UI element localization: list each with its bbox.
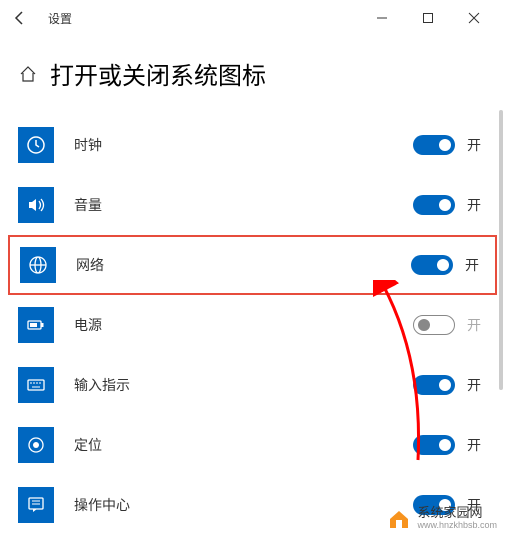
input-icon (18, 367, 54, 403)
app-title: 设置 (48, 10, 72, 27)
toggle-state-label: 开 (467, 435, 487, 455)
location-icon (18, 427, 54, 463)
setting-row-clock: 时钟 开 (18, 115, 487, 175)
setting-label: 输入指示 (74, 375, 413, 395)
page-title: 打开或关闭系统图标 (50, 56, 266, 91)
setting-row-location: 定位 开 (18, 415, 487, 475)
close-button[interactable] (451, 2, 497, 34)
toggle-input[interactable] (413, 375, 455, 395)
power-icon (18, 307, 54, 343)
setting-label: 网络 (76, 255, 411, 275)
setting-label: 时钟 (74, 135, 413, 155)
toggle-network[interactable] (411, 255, 453, 275)
toggle-location[interactable] (413, 435, 455, 455)
clock-icon (18, 127, 54, 163)
setting-row-volume: 音量 开 (18, 175, 487, 235)
setting-row-input: 输入指示 开 (18, 355, 487, 415)
setting-label: 操作中心 (74, 495, 413, 515)
watermark-name: 系统家园网 (417, 506, 497, 520)
setting-label: 定位 (74, 435, 413, 455)
setting-row-power: 电源 开 (18, 295, 487, 355)
toggle-state-label: 开 (467, 135, 487, 155)
maximize-button[interactable] (405, 2, 451, 34)
volume-icon (18, 187, 54, 223)
back-button[interactable] (8, 6, 32, 30)
toggle-clock[interactable] (413, 135, 455, 155)
scrollbar[interactable] (499, 110, 503, 390)
setting-row-network: 网络 开 (8, 235, 497, 295)
watermark-url: www.hnzkhbsb.com (417, 520, 497, 530)
toggle-power (413, 315, 455, 335)
network-icon (20, 247, 56, 283)
toggle-state-label: 开 (467, 315, 487, 335)
toggle-state-label: 开 (465, 255, 485, 275)
watermark: 系统家园网 www.hnzkhbsb.com (387, 506, 497, 530)
action_center-icon (18, 487, 54, 523)
watermark-logo-icon (387, 506, 411, 530)
home-icon[interactable] (18, 64, 38, 84)
setting-label: 电源 (74, 315, 413, 335)
toggle-state-label: 开 (467, 375, 487, 395)
setting-label: 音量 (74, 195, 413, 215)
toggle-volume[interactable] (413, 195, 455, 215)
toggle-state-label: 开 (467, 195, 487, 215)
minimize-button[interactable] (359, 2, 405, 34)
